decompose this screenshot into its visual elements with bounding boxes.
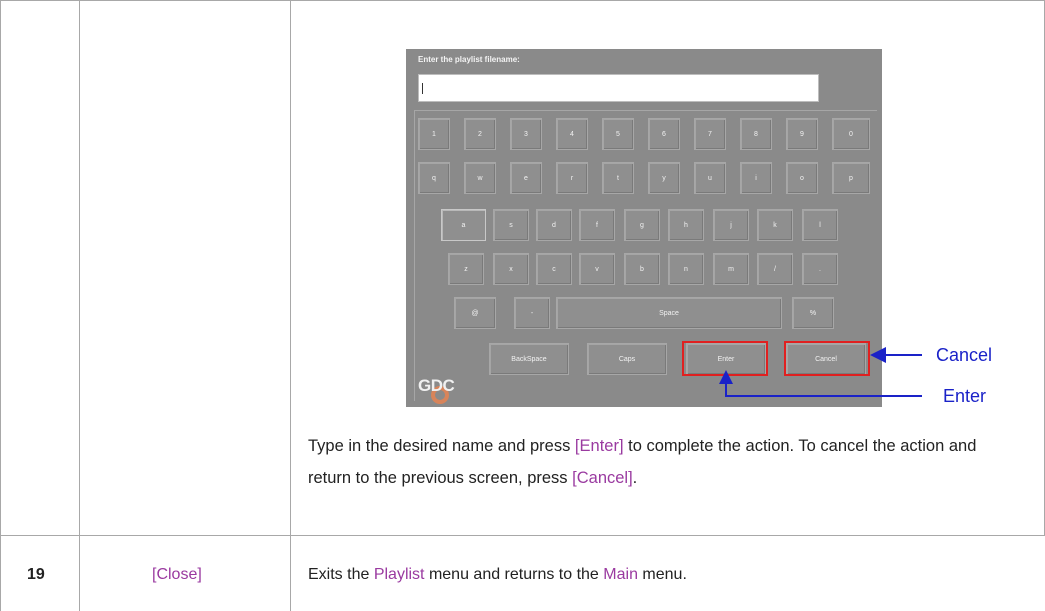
caps-button[interactable]: Caps (587, 343, 667, 375)
key-f[interactable]: f (579, 209, 615, 241)
key-percent[interactable]: % (792, 297, 834, 329)
key-z[interactable]: z (448, 253, 484, 285)
key-3[interactable]: 3 (510, 118, 542, 150)
key-n[interactable]: n (668, 253, 704, 285)
key-j[interactable]: j (713, 209, 749, 241)
step-description: Type in the desired name and press [Ente… (308, 430, 1008, 494)
key-7[interactable]: 7 (694, 118, 726, 150)
key-slash[interactable]: / (757, 253, 793, 285)
desc-text: menu. (637, 566, 687, 583)
key-dash[interactable]: - (514, 297, 550, 329)
key-q[interactable]: q (418, 162, 450, 194)
table-border-left (0, 0, 1, 611)
key-m[interactable]: m (713, 253, 749, 285)
key-x[interactable]: x (493, 253, 529, 285)
key-t[interactable]: t (602, 162, 634, 194)
enter-link[interactable]: [Enter] (575, 437, 624, 455)
cancel-highlight (784, 341, 870, 376)
key-a[interactable]: a (441, 209, 486, 241)
row-description: Exits the Playlist menu and returns to t… (308, 566, 687, 584)
key-w[interactable]: w (464, 162, 496, 194)
key-v[interactable]: v (579, 253, 615, 285)
key-space[interactable]: Space (556, 297, 782, 329)
key-s[interactable]: s (493, 209, 529, 241)
cancel-callout-label: Cancel (936, 345, 993, 365)
key-l[interactable]: l (802, 209, 838, 241)
key-y[interactable]: y (648, 162, 680, 194)
key-o[interactable]: o (786, 162, 818, 194)
text-cursor (422, 83, 423, 94)
key-0[interactable]: 0 (832, 118, 870, 150)
key-6[interactable]: 6 (648, 118, 680, 150)
key-4[interactable]: 4 (556, 118, 588, 150)
filename-prompt: Enter the playlist filename: (418, 55, 520, 64)
desc-text: Type in the desired name and press (308, 437, 575, 455)
table-divider-1 (79, 0, 80, 611)
key-h[interactable]: h (668, 209, 704, 241)
keyboard-screenshot: Enter the playlist filename: 1 2 3 4 5 6… (406, 49, 882, 407)
key-k[interactable]: k (757, 209, 793, 241)
row-number: 19 (27, 566, 45, 583)
desc-text: Exits the (308, 566, 374, 583)
key-5[interactable]: 5 (602, 118, 634, 150)
gdc-logo: GDC (418, 376, 455, 395)
key-8[interactable]: 8 (740, 118, 772, 150)
key-d[interactable]: d (536, 209, 572, 241)
key-2[interactable]: 2 (464, 118, 496, 150)
table-divider-2 (290, 0, 291, 611)
key-g[interactable]: g (624, 209, 660, 241)
desc-text: . (632, 469, 638, 487)
key-e[interactable]: e (510, 162, 542, 194)
playlist-link[interactable]: Playlist (374, 566, 425, 583)
key-9[interactable]: 9 (786, 118, 818, 150)
key-1[interactable]: 1 (418, 118, 450, 150)
enter-highlight (682, 341, 768, 376)
table-row-divider (0, 535, 1045, 536)
close-link[interactable]: [Close] (152, 566, 202, 584)
key-b[interactable]: b (624, 253, 660, 285)
key-i[interactable]: i (740, 162, 772, 194)
key-u[interactable]: u (694, 162, 726, 194)
key-p[interactable]: p (832, 162, 870, 194)
filename-input[interactable] (418, 74, 819, 102)
key-c[interactable]: c (536, 253, 572, 285)
main-link[interactable]: Main (603, 566, 638, 583)
key-r[interactable]: r (556, 162, 588, 194)
key-period[interactable]: . (802, 253, 838, 285)
cancel-link[interactable]: [Cancel] (572, 469, 633, 487)
enter-callout-label: Enter (943, 386, 987, 406)
backspace-button[interactable]: BackSpace (489, 343, 569, 375)
desc-text: menu and returns to the (424, 566, 604, 583)
table-border-top (0, 0, 1045, 1)
key-at[interactable]: @ (454, 297, 496, 329)
